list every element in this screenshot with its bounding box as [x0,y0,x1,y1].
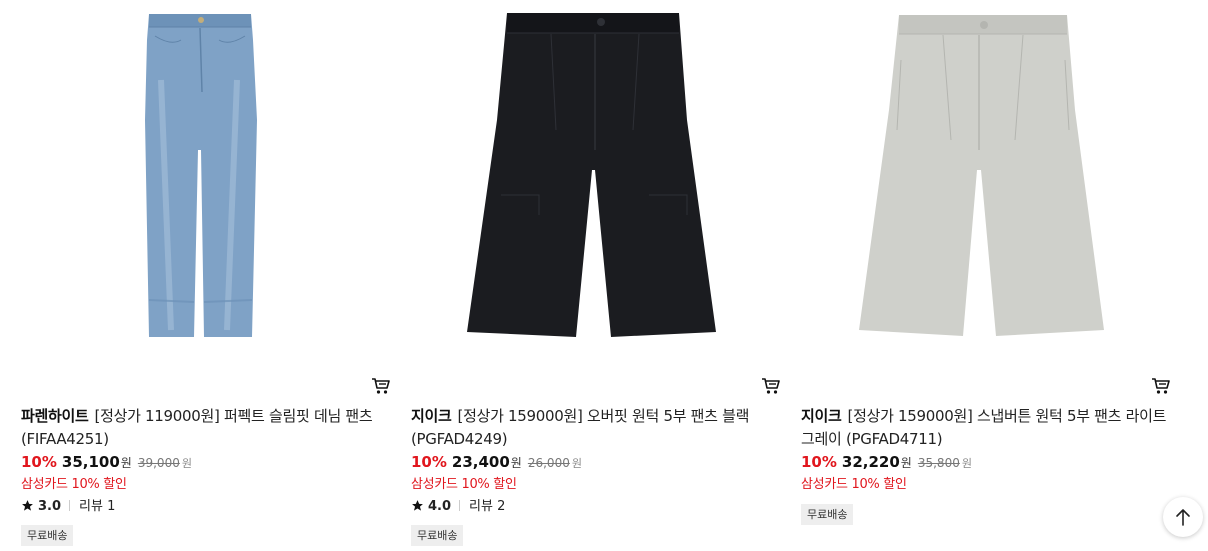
price-row: 10% 23,400원 26,000 원 [411,453,582,473]
sale-price: 35,100 [61,453,120,471]
original-price-unit: 원 [571,457,582,470]
card-promotion: 삼성카드 10% 할인 [411,477,517,492]
original-price: 26,000 [527,456,570,470]
price-row: 10% 35,100원 39,000 원 [21,453,192,473]
cart-icon [762,378,780,394]
add-to-cart-button[interactable] [761,376,781,396]
rating-row[interactable]: 3.0 리뷰 1 [21,495,116,514]
product-title[interactable]: 지이크 [정상가 159000원] 스냅버튼 원턱 5부 팬츠 라이트그레이 (P… [801,405,1171,451]
divider [459,500,461,511]
cart-icon [1152,378,1170,394]
product-image-jeans[interactable] [21,0,391,365]
product-brand: 지이크 [411,407,452,425]
original-price-unit: 원 [961,457,972,470]
price-row: 10% 32,220원 35,800 원 [801,453,972,473]
rating-score: 4.0 [428,499,452,514]
product-card[interactable]: 지이크 [정상가 159000원] 오버핏 원턱 5부 팬츠 블랙 (PGFAD4… [411,0,781,551]
product-card[interactable]: 지이크 [정상가 159000원] 스냅버튼 원턱 5부 팬츠 라이트그레이 (P… [801,0,1171,551]
rating-score: 3.0 [38,499,62,514]
price-unit: 원 [120,456,132,470]
add-to-cart-button[interactable] [1151,376,1171,396]
review-count: 리뷰 2 [469,499,506,514]
card-promotion: 삼성카드 10% 할인 [21,477,127,492]
product-image-gray-shorts[interactable] [801,0,1171,365]
price-unit: 원 [900,456,912,470]
product-card[interactable]: 파렌하이트 [정상가 119000원] 퍼펙트 슬림핏 데님 팬츠 (FIFAA4… [21,0,391,551]
rating-row[interactable]: 4.0 리뷰 2 [411,495,506,514]
card-promotion: 삼성카드 10% 할인 [801,477,907,492]
add-to-cart-button[interactable] [371,376,391,396]
cart-icon [372,378,390,394]
free-shipping-badge: 무료배송 [411,525,464,546]
free-shipping-badge: 무료배송 [21,525,74,546]
sale-price: 23,400 [451,453,510,471]
discount-rate: 10% [801,453,837,471]
price-unit: 원 [510,456,522,470]
sale-price: 32,220 [841,453,900,471]
discount-rate: 10% [411,453,447,471]
review-count: 리뷰 1 [79,499,116,514]
original-price-unit: 원 [181,457,192,470]
product-name: [정상가 159000원] 스냅버튼 원턱 5부 팬츠 라이트그레이 (PGFA… [801,407,1167,448]
discount-rate: 10% [21,453,57,471]
original-price: 39,000 [137,456,180,470]
product-brand: 지이크 [801,407,842,425]
product-brand: 파렌하이트 [21,407,89,425]
original-price: 35,800 [917,456,960,470]
arrow-up-icon [1176,509,1190,526]
product-grid: 파렌하이트 [정상가 119000원] 퍼펙트 슬림핏 데님 팬츠 (FIFAA4… [0,0,1208,551]
divider [69,500,71,511]
star-icon [22,500,33,511]
product-title[interactable]: 지이크 [정상가 159000원] 오버핏 원턱 5부 팬츠 블랙 (PGFAD4… [411,405,781,451]
free-shipping-badge: 무료배송 [801,504,854,525]
scroll-to-top-button[interactable] [1163,497,1203,537]
star-icon [412,500,423,511]
product-title[interactable]: 파렌하이트 [정상가 119000원] 퍼펙트 슬림핏 데님 팬츠 (FIFAA4… [21,405,391,451]
product-image-black-shorts[interactable] [411,0,781,365]
product-name: [정상가 159000원] 오버핏 원턱 5부 팬츠 블랙 (PGFAD4249… [411,407,750,448]
